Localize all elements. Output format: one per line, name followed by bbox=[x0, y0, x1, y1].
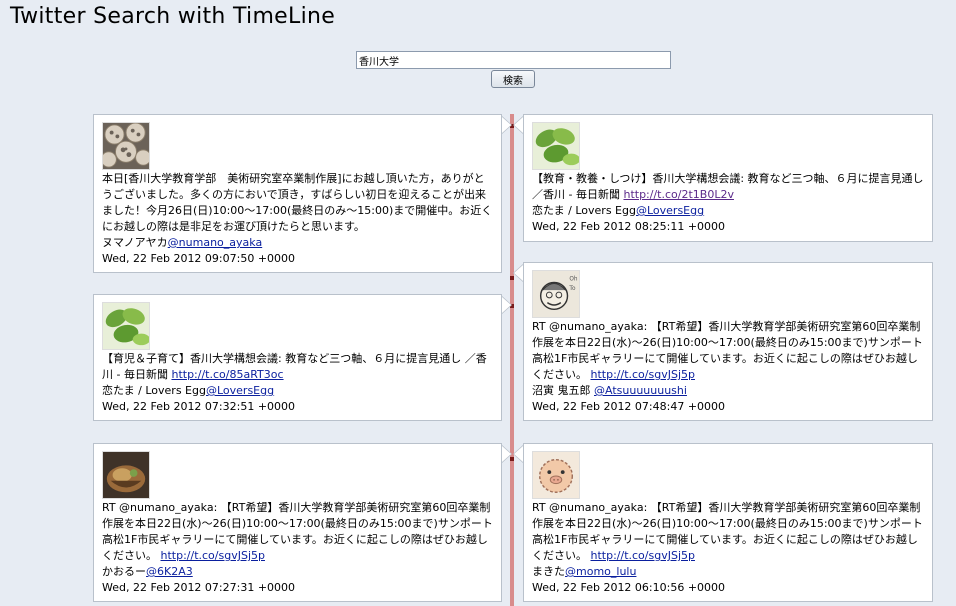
tweet-text: RT @numano_ayaka: 【RT希望】香川大学教育学部美術研究室第60… bbox=[532, 319, 924, 383]
green-leaves-icon[interactable] bbox=[532, 122, 580, 170]
tweet-card: 本日[香川大学教育学部 美術研究室卒業制作展]にお越し頂いた方，ありがとうござい… bbox=[93, 114, 512, 273]
svg-text:Oh: Oh bbox=[569, 277, 578, 283]
tweet-date: Wed, 22 Feb 2012 08:25:11 +0000 bbox=[532, 220, 726, 233]
tweet-body: 【育児＆子育て】香川大学構想会議: 教育など三つ軸、６月に提言見通し ／香川 -… bbox=[102, 352, 487, 381]
tweet-card: 【教育・教養・しつけ】香川大学構想会議: 教育など三つ軸、６月に提言見通し ／香… bbox=[513, 114, 933, 242]
tweet-author: 恋たま / Lovers Egg@LoversEgg bbox=[102, 383, 493, 399]
tweet-text: RT @numano_ayaka: 【RT希望】香川大学教育学部美術研究室第60… bbox=[532, 500, 924, 564]
user-handle-link[interactable]: @6K2A3 bbox=[146, 565, 193, 578]
tweet-link[interactable]: http://t.co/sgvJSj5p bbox=[591, 549, 695, 562]
tweet-text: 本日[香川大学教育学部 美術研究室卒業制作展]にお越し頂いた方，ありがとうござい… bbox=[102, 172, 493, 233]
page-title: Twitter Search with TimeLine bbox=[10, 4, 336, 29]
user-name: 沼寅 鬼五郎 bbox=[532, 384, 594, 397]
user-handle-link[interactable]: @momo_lulu bbox=[565, 565, 636, 578]
tweet-link[interactable]: http://t.co/2t1B0L2v bbox=[623, 188, 733, 201]
tweet-link[interactable]: http://t.co/sgvJSj5p bbox=[161, 549, 265, 562]
lotus-root-icon[interactable] bbox=[102, 122, 150, 170]
tweet-author: 恋たま / Lovers Egg@LoversEgg bbox=[532, 203, 924, 219]
tweet-author: ヌマノアヤカ@numano_ayaka bbox=[102, 235, 493, 251]
cartoon-face-icon[interactable]: Oh To bbox=[532, 270, 580, 318]
tweet-card: RT @numano_ayaka: 【RT希望】香川大学教育学部美術研究室第60… bbox=[93, 443, 512, 602]
user-name: ヌマノアヤカ bbox=[102, 236, 168, 249]
user-name: かおるー bbox=[102, 565, 146, 578]
user-name: 恋たま / Lovers Egg bbox=[532, 204, 636, 217]
search-input[interactable] bbox=[356, 51, 671, 69]
user-handle-link[interactable]: @numano_ayaka bbox=[168, 236, 263, 249]
user-handle-link[interactable]: @LoversEgg bbox=[206, 384, 274, 397]
svg-text:To: To bbox=[568, 286, 576, 292]
user-name: まきた bbox=[532, 565, 565, 578]
pig-face-icon[interactable] bbox=[532, 451, 580, 499]
tweet-author: 沼寅 鬼五郎 @Atsuuuuuuushi bbox=[532, 383, 924, 399]
tweet-date: Wed, 22 Feb 2012 09:07:50 +0000 bbox=[102, 252, 296, 265]
tweet-author: かおるー@6K2A3 bbox=[102, 564, 493, 580]
tweet-text: 【育児＆子育て】香川大学構想会議: 教育など三つ軸、６月に提言見通し ／香川 -… bbox=[102, 351, 493, 383]
food-dish-icon[interactable] bbox=[102, 451, 150, 499]
tweet-date: Wed, 22 Feb 2012 06:10:56 +0000 bbox=[532, 581, 726, 594]
user-name: 恋たま / Lovers Egg bbox=[102, 384, 206, 397]
tweet-link[interactable]: http://t.co/sgvJSj5p bbox=[591, 368, 695, 381]
tweet-card: 【育児＆子育て】香川大学構想会議: 教育など三つ軸、６月に提言見通し ／香川 -… bbox=[93, 294, 512, 421]
tweet-link[interactable]: http://t.co/85aRT3oc bbox=[171, 368, 283, 381]
user-handle-link[interactable]: @LoversEgg bbox=[636, 204, 704, 217]
tweet-author: まきた@momo_lulu bbox=[532, 564, 924, 580]
tweet-date: Wed, 22 Feb 2012 07:32:51 +0000 bbox=[102, 400, 296, 413]
tweet-date: Wed, 22 Feb 2012 07:27:31 +0000 bbox=[102, 581, 296, 594]
tweet-text: 【教育・教養・しつけ】香川大学構想会議: 教育など三つ軸、６月に提言見通し ／香… bbox=[532, 171, 924, 203]
green-leaves-icon[interactable] bbox=[102, 302, 150, 350]
tweet-date: Wed, 22 Feb 2012 07:48:47 +0000 bbox=[532, 400, 726, 413]
timeline-line bbox=[510, 114, 514, 606]
tweet-card: RT @numano_ayaka: 【RT希望】香川大学教育学部美術研究室第60… bbox=[513, 443, 933, 602]
tweet-text: RT @numano_ayaka: 【RT希望】香川大学教育学部美術研究室第60… bbox=[102, 500, 493, 564]
tweet-card: Oh To RT @numano_ayaka: 【RT希望】香川大学教育学部美術研… bbox=[513, 262, 933, 421]
user-handle-link[interactable]: @Atsuuuuuuushi bbox=[594, 384, 687, 397]
search-button[interactable]: 検索 bbox=[491, 70, 535, 88]
